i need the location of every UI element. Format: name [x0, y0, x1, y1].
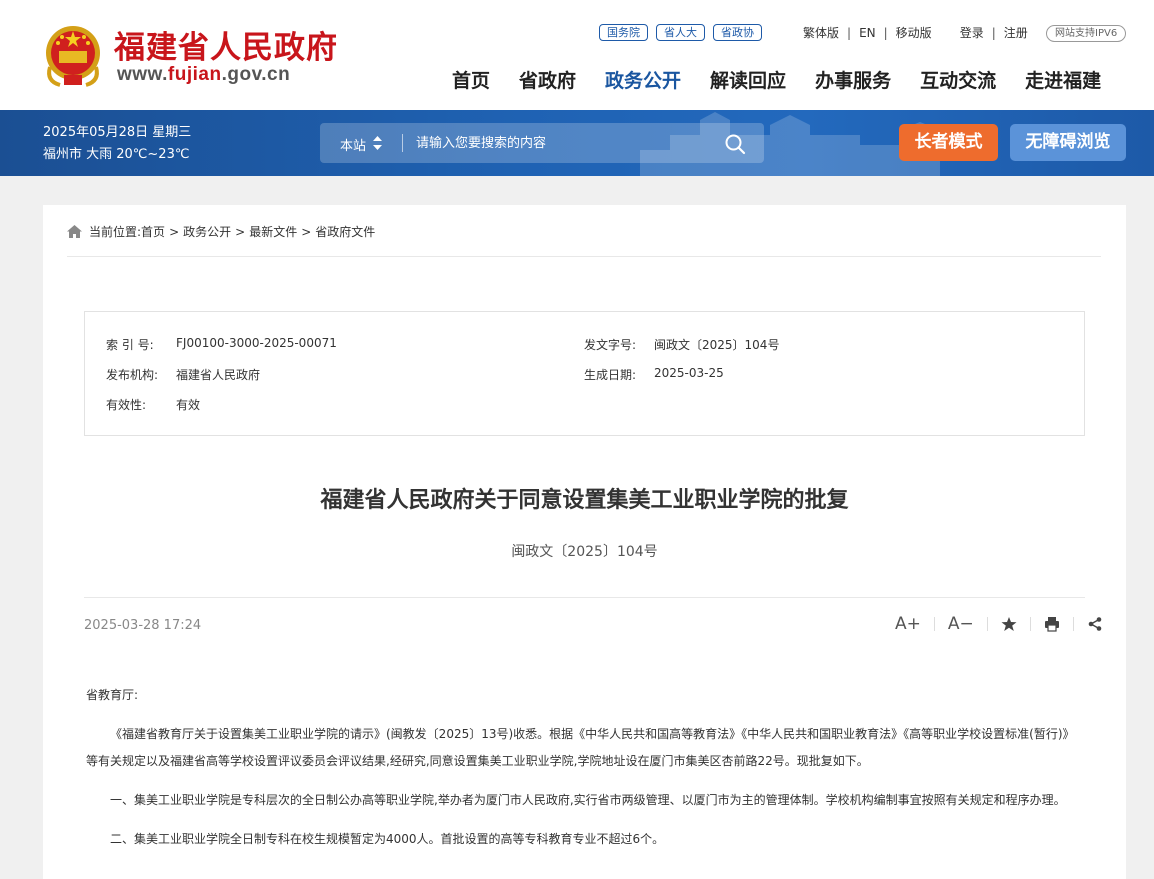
tool-separator [1072, 617, 1074, 631]
article-paragraph: 二、集美工业职业学院全日制专科在校生规模暂定为4000人。首批设置的高等专科教育… [110, 832, 665, 846]
accessible-browse-button[interactable]: 无障碍浏览 [1010, 124, 1126, 161]
meta-index-value: FJ00100-3000-2025-00071 [176, 336, 337, 350]
site-url-suffix: .gov.cn [221, 64, 291, 85]
meta-index-label: 索 引 号: [106, 338, 154, 352]
font-increase-button[interactable]: A+ [895, 614, 921, 634]
breadcrumb-home[interactable]: 首页 [141, 223, 165, 240]
meta-docnum-label: 发文字号: [584, 338, 637, 352]
sort-arrows-icon[interactable] [373, 136, 382, 150]
date-weather: 2025年05月28日 星期三 福州市 大雨 20℃~23℃ [43, 122, 191, 166]
article-card: 当前位置: 首页 > 政务公开 > 最新文件 > 省政府文件 索 引 号: FJ… [43, 205, 1126, 879]
nav-interaction[interactable]: 互动交流 [920, 66, 996, 93]
link-mobile[interactable]: 移动版 [896, 24, 932, 41]
main-nav: 首页 省政府 政务公开 解读回应 办事服务 互动交流 走进福建 [452, 66, 1101, 93]
search-scope-select[interactable]: 本站 [340, 135, 366, 154]
link-traditional[interactable]: 繁体版 [803, 24, 839, 41]
meta-docnum-value: 闽政文〔2025〕104号 [654, 338, 780, 352]
meta-validity-label: 有效性: [106, 398, 147, 412]
nav-about-fujian[interactable]: 走进福建 [1025, 66, 1101, 93]
search-icon[interactable] [724, 133, 746, 155]
partner-links: 国务院 省人大 省政协 [599, 24, 762, 41]
separator: | [847, 25, 852, 40]
article-doc-number: 闽政文〔2025〕104号 [511, 544, 658, 560]
site-url: www.fujian.gov.cn [117, 64, 290, 86]
publish-date: 2025-03-28 17:24 [84, 618, 202, 633]
meta-date-value: 2025-03-25 [654, 366, 724, 380]
search-input[interactable] [408, 129, 698, 157]
current-date: 2025年05月28日 星期三 [43, 125, 192, 140]
link-register[interactable]: 注册 [1004, 24, 1028, 41]
separator: | [883, 25, 888, 40]
breadcrumb-prefix: 当前位置: [89, 225, 142, 239]
site-url-highlight: fujian [167, 64, 222, 85]
font-decrease-button[interactable]: A− [948, 614, 974, 634]
home-icon [67, 225, 82, 238]
site-name[interactable]: 福建省人民政府 [114, 22, 338, 67]
link-login[interactable]: 登录 [960, 24, 984, 41]
separator: | [991, 25, 996, 40]
article-title: 福建省人民政府关于同意设置集美工业职业学院的批复 [320, 488, 849, 513]
nav-interpretation[interactable]: 解读回应 [710, 66, 786, 93]
search-bar-banner: 2025年05月28日 星期三 福州市 大雨 20℃~23℃ 本站 长者模式 无… [0, 110, 1154, 176]
link-state-council[interactable]: 国务院 [599, 24, 648, 41]
breadcrumb-gov-files[interactable]: 省政府文件 [315, 223, 375, 240]
meta-issuer-value: 福建省人民政府 [176, 368, 261, 382]
meta-issuer-label: 发布机构: [106, 368, 159, 382]
elder-mode-button[interactable]: 长者模式 [899, 124, 998, 161]
nav-services[interactable]: 办事服务 [815, 66, 891, 93]
nav-home[interactable]: 首页 [452, 66, 490, 93]
article-tools: A+ A− [895, 614, 1103, 634]
title-divider [84, 597, 1085, 598]
article-salutation: 省教育厅: [86, 688, 139, 702]
site-url-prefix: www. [117, 64, 168, 85]
breadcrumb-latest-files[interactable]: 最新文件 [249, 223, 297, 240]
print-icon[interactable] [1044, 616, 1060, 632]
tool-separator [1029, 617, 1031, 631]
current-weather: 福州市 大雨 20℃~23℃ [43, 147, 190, 162]
article-paragraph: 《福建省教育厅关于设置集美工业职业学院的请示》(闽教发〔2025〕13号)收悉。… [86, 727, 1075, 768]
national-emblem-icon[interactable] [42, 23, 104, 89]
article-body: 省教育厅: 《福建省教育厅关于设置集美工业职业学院的请示》(闽教发〔2025〕1… [86, 682, 1086, 865]
tool-separator [986, 617, 988, 631]
meta-validity-value: 有效 [176, 398, 201, 412]
breadcrumb-separator: > [169, 224, 180, 239]
site-header: 福建省人民政府 www.fujian.gov.cn 国务院 省人大 省政协 繁体… [0, 0, 1154, 110]
link-provincial-congress[interactable]: 省人大 [656, 24, 705, 41]
breadcrumb: 当前位置: 首页 > 政务公开 > 最新文件 > 省政府文件 [67, 223, 375, 240]
share-icon[interactable] [1087, 616, 1103, 632]
search-box: 本站 [320, 123, 764, 163]
breadcrumb-separator: > [235, 224, 246, 239]
link-english[interactable]: EN [859, 26, 876, 40]
nav-government-affairs[interactable]: 政务公开 [605, 66, 681, 93]
link-provincial-cppcc[interactable]: 省政协 [713, 24, 762, 41]
ipv6-badge: 网站支持IPV6 [1046, 25, 1127, 42]
utility-links: 繁体版 | EN | 移动版 登录 | 注册 [803, 24, 1028, 41]
article-paragraph: 一、集美工业职业学院是专科层次的全日制公办高等职业学院,举办者为厦门市人民政府,… [110, 793, 1066, 807]
search-divider [402, 134, 403, 152]
meta-date-label: 生成日期: [584, 368, 637, 382]
nav-provincial-government[interactable]: 省政府 [519, 66, 576, 93]
document-metadata: 索 引 号: FJ00100-3000-2025-00071 发文字号: 闽政文… [84, 311, 1085, 436]
breadcrumb-separator: > [301, 224, 312, 239]
breadcrumb-divider [67, 256, 1101, 257]
breadcrumb-gov-affairs[interactable]: 政务公开 [183, 223, 231, 240]
tool-separator [933, 617, 935, 631]
star-icon[interactable] [1001, 616, 1017, 632]
